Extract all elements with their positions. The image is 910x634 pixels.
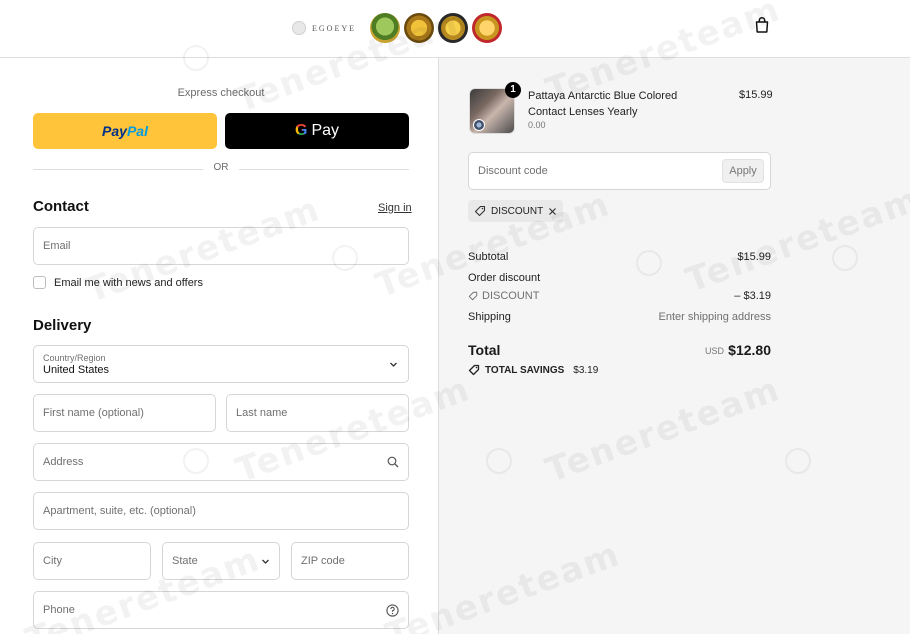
newsletter-label: Email me with news and offers <box>54 276 203 289</box>
product-variant: 0.00 <box>528 120 546 130</box>
newsletter-option[interactable]: Email me with news and offers <box>33 276 203 289</box>
search-icon[interactable] <box>387 456 399 468</box>
address-field[interactable]: Address <box>33 443 409 481</box>
red-100-percent-badge-icon <box>472 13 502 43</box>
order-discount-row: Order discount <box>468 272 541 284</box>
total-label: Total <box>468 342 501 358</box>
paypal-button[interactable]: Pay Pal <box>33 113 217 149</box>
first-name-field[interactable]: First name (optional) <box>33 394 216 432</box>
lens-swatch-icon <box>473 119 485 131</box>
product-price: $15.99 <box>739 89 773 101</box>
gpay-label: Pay <box>311 122 340 139</box>
shipping-row: Shipping Enter shipping address <box>468 311 771 323</box>
google-pay-button[interactable]: G Pay <box>225 113 409 149</box>
tag-icon <box>474 205 486 217</box>
header: EGOEYE <box>0 0 910 58</box>
product-name: Pattaya Antarctic Blue Colored Contact L… <box>528 90 678 118</box>
newsletter-checkbox[interactable] <box>33 276 46 289</box>
subtotal-row: Subtotal $15.99 <box>468 251 771 263</box>
total-currency: USD <box>704 346 724 356</box>
apply-discount-button[interactable]: Apply <box>722 159 764 183</box>
total-savings-row: TOTAL SAVINGS $3.19 <box>468 364 598 376</box>
last-name-field[interactable]: Last name <box>226 394 409 432</box>
apartment-field[interactable]: Apartment, suite, etc. (optional) <box>33 492 409 530</box>
remove-discount-icon[interactable] <box>548 207 557 216</box>
help-circle-icon[interactable] <box>386 603 399 617</box>
tag-icon <box>468 291 478 301</box>
chevron-down-icon <box>262 559 269 564</box>
tag-icon <box>468 364 480 376</box>
delivery-title: Delivery <box>33 317 92 334</box>
logo-mark-icon <box>292 21 306 35</box>
zip-code-field[interactable]: ZIP code <box>291 542 409 580</box>
google-g-icon: G <box>294 122 308 139</box>
country-select[interactable]: Country/Region United States <box>33 345 409 383</box>
gold-quality-badge-icon <box>438 13 468 43</box>
checkout-form: Express checkout Pay Pal G Pay OR Contact… <box>0 58 438 634</box>
applied-discount-tag: DISCOUNT <box>468 200 564 222</box>
store-logo[interactable]: EGOEYE <box>292 13 502 43</box>
green-seal-badge-icon <box>370 13 400 43</box>
chevron-down-icon <box>390 362 397 367</box>
or-divider: OR <box>33 162 409 176</box>
shopping-bag-icon[interactable] <box>753 16 771 34</box>
city-field[interactable]: City <box>33 542 151 580</box>
contact-title: Contact <box>33 198 89 215</box>
sign-in-link[interactable]: Sign in <box>378 202 412 214</box>
email-field[interactable]: Email <box>33 227 409 265</box>
gold-seal-badge-icon <box>404 13 434 43</box>
order-summary: 1 Pattaya Antarctic Blue Colored Contact… <box>439 58 910 634</box>
express-checkout-label: Express checkout <box>177 87 265 99</box>
logo-text: EGOEYE <box>312 23 356 33</box>
phone-field[interactable]: Phone <box>33 591 409 629</box>
state-select[interactable]: State <box>162 542 280 580</box>
discount-code-input[interactable]: Discount code Apply <box>468 152 771 190</box>
discount-code-row: DISCOUNT – $3.19 <box>468 290 771 304</box>
quantity-badge: 1 <box>505 82 521 98</box>
total-value: $12.80 <box>728 342 771 358</box>
